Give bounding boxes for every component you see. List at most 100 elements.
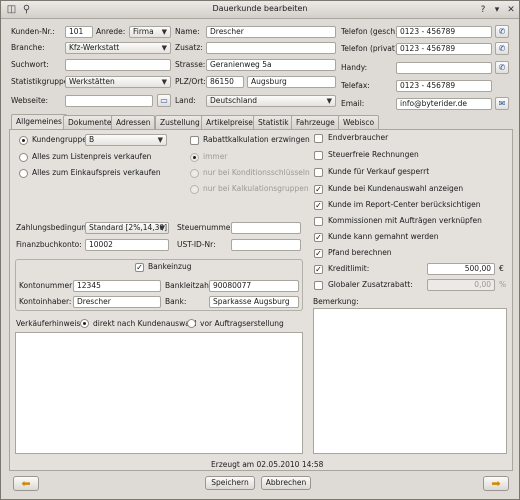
zusatzrabatt-field[interactable]: 0,00 (427, 279, 495, 291)
zusatzrabatt-unit: % (499, 280, 507, 289)
steuernummer-field[interactable] (231, 222, 301, 234)
gesperrt-checkbox[interactable] (314, 168, 323, 177)
kommissionen-checkbox[interactable] (314, 217, 323, 226)
arrow-left-icon: ⬅ (21, 477, 31, 490)
vk-direkt-label: direkt nach Kundenauswahl (93, 319, 197, 328)
pfand-label: Pfand berechnen (328, 248, 392, 257)
phone-icon: ✆ (498, 44, 506, 53)
tab-zustellung[interactable]: Zustellung (155, 115, 205, 129)
kalkulationsgruppen-radio[interactable] (190, 185, 199, 194)
pfand-checkbox[interactable]: ✓ (314, 249, 323, 258)
send-email-button[interactable]: ✉ (495, 97, 509, 110)
konditionsschluessel-radio[interactable] (190, 169, 199, 178)
endverbraucher-checkbox[interactable] (314, 134, 323, 143)
bankleitzahl-label: Bankleitzahl: (165, 281, 214, 290)
bankeinzug-label: Bankeinzug (148, 262, 192, 271)
tab-adressen[interactable]: Adressen (111, 115, 156, 129)
telefon-label: Telefon (gesch.): (341, 27, 403, 36)
kontonummer-label: Kontonummer: (19, 281, 75, 290)
handy-field[interactable] (396, 62, 492, 74)
call-private-button[interactable]: ✆ (495, 42, 509, 55)
kalkulationsgruppen-label: nur bei Kalkulationsgruppen (203, 184, 309, 193)
listenpreis-radio[interactable] (19, 153, 28, 162)
kundennr-field[interactable]: 101 (65, 26, 93, 38)
help-icon[interactable]: ? (477, 4, 489, 16)
gemahnt-checkbox[interactable]: ✓ (314, 233, 323, 242)
telefax-field[interactable]: 0123 - 456789 (396, 80, 492, 92)
zusatz-field[interactable] (206, 42, 336, 54)
previous-button[interactable]: ⬅ (13, 476, 39, 491)
next-button[interactable]: ➡ (483, 476, 509, 491)
open-website-button[interactable]: ▭ (157, 94, 171, 107)
zusatzrabatt-checkbox[interactable] (314, 281, 323, 290)
title-bar: ◫ ⚲ Dauerkunde bearbeiten ? ▾ ✕ (1, 1, 519, 19)
plzort-label: PLZ/Ort: (175, 77, 206, 86)
kundengruppe-radio[interactable] (19, 136, 28, 145)
close-icon[interactable]: ✕ (505, 4, 517, 16)
plz-field[interactable]: 86150 (206, 76, 244, 88)
telefon-field[interactable]: 0123 - 456789 (396, 26, 492, 38)
immer-radio[interactable] (190, 153, 199, 162)
ort-field[interactable]: Augsburg (247, 76, 336, 88)
email-field[interactable]: info@byterider.de (396, 98, 492, 110)
strasse-label: Strasse: (175, 60, 206, 69)
suchwort-field[interactable] (65, 59, 171, 71)
kontoinhaber-field[interactable]: Drescher (73, 296, 161, 308)
telefon-privat-field[interactable]: 0123 - 456789 (396, 43, 492, 55)
tab-statistik[interactable]: Statistik (253, 115, 294, 129)
ustid-field[interactable] (231, 239, 301, 251)
anrede-value: Firma (133, 27, 154, 36)
steuerfrei-checkbox[interactable] (314, 151, 323, 160)
kontonummer-field[interactable]: 12345 (73, 280, 161, 292)
statistik-select[interactable]: Werkstätten ▼ (65, 76, 171, 88)
vk-direkt-radio[interactable] (80, 319, 89, 328)
steuernummer-label: Steuernummer: (177, 223, 236, 232)
kundengruppe-value: B (89, 135, 95, 144)
ustid-label: UST-ID-Nr: (177, 240, 216, 249)
tab-artikelpreise[interactable]: Artikelpreise (201, 115, 258, 129)
land-select[interactable]: Deutschland ▼ (206, 95, 336, 107)
tab-allgemeines[interactable]: Allgemeines (11, 114, 67, 130)
bank-field[interactable]: Sparkasse Augsburg (209, 296, 299, 308)
browser-icon: ▭ (160, 96, 168, 105)
chevron-down-icon: ▼ (161, 28, 167, 36)
cancel-button[interactable]: Abbrechen (261, 476, 311, 490)
statistik-label: Statistikgruppe: (11, 77, 71, 86)
tab-webisco[interactable]: Webisco (338, 115, 380, 129)
gemahnt-label: Kunde kann gemahnt werden (328, 232, 439, 241)
bemerkung-textarea[interactable] (313, 308, 507, 454)
chevron-down-icon: ▼ (326, 97, 332, 105)
chevron-down-icon: ▼ (161, 44, 167, 52)
branche-select[interactable]: Kfz-Werkstatt ▼ (65, 42, 171, 54)
strasse-field[interactable]: Geranienweg 5a (206, 59, 336, 71)
verkaeuferhinweis-textarea[interactable] (15, 332, 303, 454)
reportcenter-checkbox[interactable]: ✓ (314, 201, 323, 210)
bankleitzahl-field[interactable]: 90080077 (209, 280, 299, 292)
kreditlimit-checkbox[interactable]: ✓ (314, 265, 323, 274)
name-field[interactable]: Drescher (206, 26, 336, 38)
tab-fahrzeuge[interactable]: Fahrzeuge (291, 115, 340, 129)
handy-label: Handy: (341, 63, 368, 72)
save-button[interactable]: Speichern (205, 476, 255, 490)
kreditlimit-field[interactable]: 500,00 (427, 263, 495, 275)
tab-dokumente[interactable]: Dokumente (63, 115, 117, 129)
verkaeuferhinweis-label: Verkäuferhinweis: (16, 319, 83, 328)
call-business-button[interactable]: ✆ (495, 25, 509, 38)
kundengruppe-select[interactable]: B ▼ (85, 134, 167, 146)
einkaufspreis-radio[interactable] (19, 169, 28, 178)
zahlungsbedingung-select[interactable]: Standard [2%,14,30] ▼ (85, 222, 169, 234)
kundennr-label: Kunden-Nr.: (11, 27, 55, 36)
vk-vor-radio[interactable] (187, 319, 196, 328)
call-mobile-button[interactable]: ✆ (495, 61, 509, 74)
zahlungsbedingung-label: Zahlungsbedingung: (16, 223, 94, 232)
anrede-select[interactable]: Firma ▼ (129, 26, 171, 38)
kommissionen-label: Kommissionen mit Aufträgen verknüpfen (328, 216, 482, 225)
phone-icon: ✆ (498, 63, 506, 72)
anzeigen-checkbox[interactable]: ✓ (314, 185, 323, 194)
bankeinzug-checkbox[interactable]: ✓ (135, 263, 144, 272)
chevron-down-icon: ▼ (159, 224, 165, 232)
webseite-field[interactable] (65, 95, 153, 107)
finanzbuchkonto-field[interactable]: 10002 (85, 239, 169, 251)
minimize-icon[interactable]: ▾ (491, 4, 503, 16)
rabattkalkulation-checkbox[interactable] (190, 136, 199, 145)
